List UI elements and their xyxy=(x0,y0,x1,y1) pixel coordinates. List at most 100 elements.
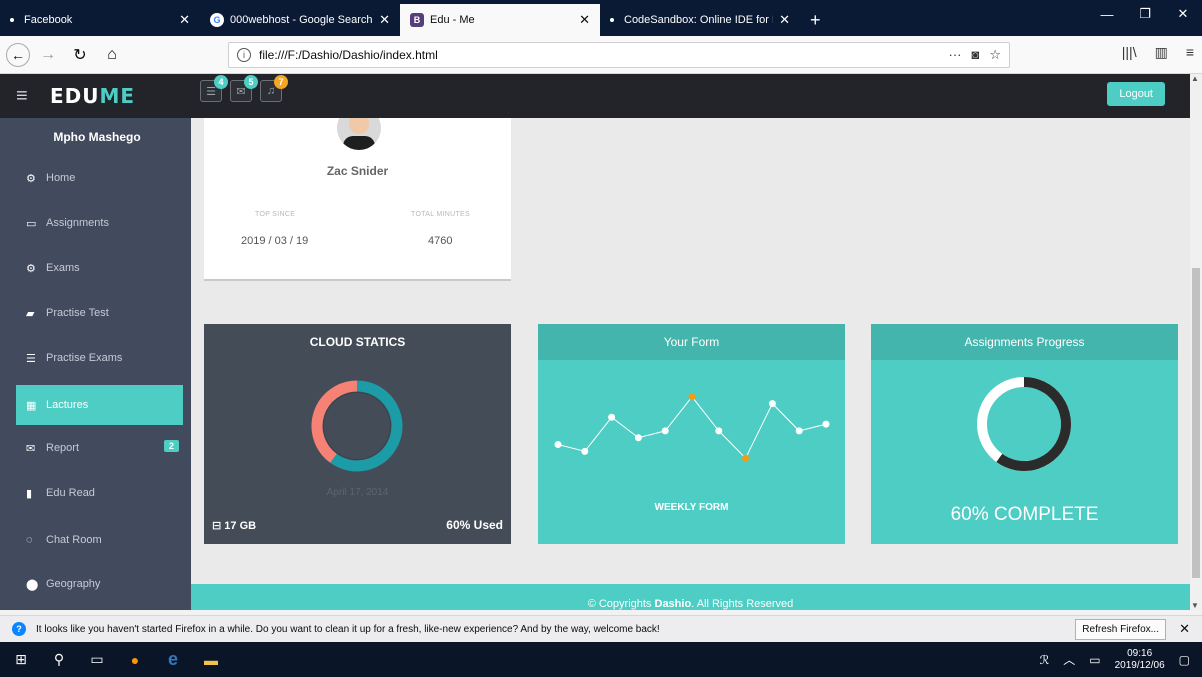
close-notification-icon[interactable]: ✕ xyxy=(1179,621,1190,637)
home-icon[interactable]: ⌂ xyxy=(98,41,126,69)
grid-icon: ▦ xyxy=(26,399,37,412)
menu-icon[interactable]: ≡ xyxy=(1186,44,1194,61)
browser-nav-bar: ← → ↻ ⌂ i file:///F:/Dashio/Dashio/index… xyxy=(0,36,1202,74)
total-minutes-value: 4760 xyxy=(428,235,453,247)
sidebar-user-name: Mpho Mashego xyxy=(53,130,141,144)
tab-edu-me[interactable]: B Edu - Me ✕ xyxy=(400,4,600,36)
tasks-count-badge: 4 xyxy=(214,75,228,89)
sidebar-item-exams[interactable]: ⚙ Exams xyxy=(0,248,191,288)
minimize-icon[interactable]: — xyxy=(1088,0,1126,28)
sidebar-item-practise-exams[interactable]: ☰ Practise Exams xyxy=(0,338,191,378)
new-tab-icon[interactable]: + xyxy=(800,4,831,36)
search-icon[interactable]: ⚲ xyxy=(42,651,76,668)
sidebar-item-chat-room[interactable]: ◌ Chat Room xyxy=(0,520,191,560)
hdd-icon: ⊟ xyxy=(212,520,222,532)
close-window-icon[interactable]: ✕ xyxy=(1164,0,1202,28)
hamburger-icon[interactable]: ≡ xyxy=(16,85,40,108)
url-bar[interactable]: i file:///F:/Dashio/Dashio/index.html ··… xyxy=(228,42,1010,68)
used-slice xyxy=(330,380,403,472)
close-tab-icon[interactable]: ✕ xyxy=(179,12,190,28)
panel-title: Assignments Progress xyxy=(871,324,1178,360)
clock[interactable]: 09:16 2019/12/06 xyxy=(1115,648,1165,672)
browser-tab-bar: Facebook ✕ G 000webhost - Google Search … xyxy=(0,0,1202,36)
pocket-icon[interactable]: ◙ xyxy=(971,47,979,63)
profile-card: Zac Snider TOP SINCE TOTAL MINUTES 2019 … xyxy=(204,118,511,281)
sidebar-item-label: Practise Exams xyxy=(46,352,123,364)
close-tab-icon[interactable]: ✕ xyxy=(379,12,390,28)
app-logo[interactable]: EDUME xyxy=(50,84,135,108)
tab-facebook[interactable]: Facebook ✕ xyxy=(0,4,200,36)
tray-chevron-icon[interactable]: ︿ xyxy=(1063,651,1075,668)
info-icon[interactable]: i xyxy=(237,48,251,62)
avatar xyxy=(337,118,381,150)
top-since-value: 2019 / 03 / 19 xyxy=(241,235,309,247)
bell-icon[interactable]: ♫ 7 xyxy=(260,75,288,102)
sidebar-item-label: Edu Read xyxy=(46,487,95,499)
page-scrollbar[interactable]: ▲ ▼ xyxy=(1190,74,1202,610)
header-notifications: ☰ 4 ✉ 5 ♫ 7 xyxy=(200,75,288,102)
sidebar-item-report[interactable]: ✉ Report 2 xyxy=(0,428,191,468)
sidebar-item-geography[interactable]: ⬤ Geography xyxy=(0,564,191,604)
restore-icon[interactable]: ❐ xyxy=(1126,0,1164,28)
sidebar-item-home[interactable]: ⚙ Home xyxy=(0,158,191,198)
sidebar-item-assignments[interactable]: ▭ Assignments xyxy=(0,203,191,243)
back-icon[interactable]: ← xyxy=(6,42,30,67)
form-point xyxy=(608,413,616,421)
close-tab-icon[interactable]: ✕ xyxy=(579,12,590,28)
refresh-firefox-button[interactable]: Refresh Firefox... xyxy=(1075,619,1166,640)
form-point xyxy=(554,441,562,449)
panel-title: CLOUD STATICS xyxy=(309,335,406,349)
scroll-up-icon[interactable]: ▲ xyxy=(1191,74,1199,83)
sidebar-item-lactures[interactable]: ▦ Lactures xyxy=(16,385,183,425)
people-icon[interactable]: ℛ xyxy=(1040,653,1050,667)
action-center-icon[interactable]: ▢ xyxy=(1179,653,1190,667)
scroll-down-icon[interactable]: ▼ xyxy=(1191,601,1199,610)
url-text[interactable]: file:///F:/Dashio/Dashio/index.html xyxy=(259,48,948,62)
tasks-icon[interactable]: ☰ 4 xyxy=(200,75,228,102)
donut-inner-ring xyxy=(323,392,391,460)
comments-icon: ◌ xyxy=(26,534,33,546)
footer-brand[interactable]: Dashio xyxy=(655,598,692,610)
progress-complete-arc xyxy=(996,377,1071,471)
sidebar-toggle-icon[interactable]: ▥ xyxy=(1155,44,1168,61)
form-point xyxy=(768,400,776,408)
forward-icon[interactable]: → xyxy=(34,41,62,69)
more-actions-icon[interactable]: ··· xyxy=(948,47,961,63)
sidebar-item-label: Practise Test xyxy=(46,307,109,319)
library-icon[interactable]: |||\ xyxy=(1122,44,1137,61)
firefox-icon[interactable]: ● xyxy=(118,652,152,668)
logout-button[interactable]: Logout xyxy=(1107,82,1165,106)
list-icon: ☰ xyxy=(26,352,36,365)
sidebar-item-practise-test[interactable]: ▰ Practise Test xyxy=(0,293,191,333)
sidebar-item-label: Lactures xyxy=(46,399,89,411)
scrollbar-thumb[interactable] xyxy=(1192,268,1200,578)
bookmark-star-icon[interactable]: ☆ xyxy=(989,47,1001,63)
sidebar-item-edu-read[interactable]: ▮ Edu Read xyxy=(0,473,191,513)
tab-codesandbox[interactable]: CodeSandbox: Online IDE for R ✕ xyxy=(600,4,800,36)
tab-title: CodeSandbox: Online IDE for R xyxy=(624,14,774,26)
network-icon[interactable]: ▭ xyxy=(1089,653,1100,667)
form-point xyxy=(634,434,642,442)
tab-dot-icon xyxy=(10,18,14,22)
storage-size-text: 17 GB xyxy=(224,520,257,532)
your-form-panel: Your Form WEEKLY FORM xyxy=(538,324,845,544)
tab-google-search[interactable]: G 000webhost - Google Search ✕ xyxy=(200,4,400,36)
task-view-icon[interactable]: ▭ xyxy=(80,651,114,668)
windows-start-icon[interactable]: ⊞ xyxy=(4,651,38,668)
alerts-count-badge: 7 xyxy=(274,75,288,89)
footer: © Copyrights Dashio. All Rights Reserved xyxy=(191,584,1190,610)
sidebar-item-label: Assignments xyxy=(46,217,109,229)
envelope-icon[interactable]: ✉ 5 xyxy=(230,75,258,102)
reload-icon[interactable]: ↻ xyxy=(66,41,94,69)
file-explorer-icon[interactable]: ▬ xyxy=(194,652,228,668)
tab-dot-icon xyxy=(610,18,614,22)
system-tray: ℛ ︿ ▭ 09:16 2019/12/06 ▢ xyxy=(1040,642,1202,677)
assignments-progress-panel: Assignments Progress 60% COMPLETE xyxy=(871,324,1178,544)
logo-main: EDU xyxy=(50,84,100,108)
notification-message: It looks like you haven't started Firefo… xyxy=(36,623,660,635)
bar-chart-icon: ▮ xyxy=(26,487,33,500)
close-tab-icon[interactable]: ✕ xyxy=(779,12,790,28)
edge-icon[interactable]: e xyxy=(156,649,190,670)
storage-donut-chart xyxy=(311,380,403,472)
footer-prefix: © Copyrights xyxy=(587,598,652,610)
